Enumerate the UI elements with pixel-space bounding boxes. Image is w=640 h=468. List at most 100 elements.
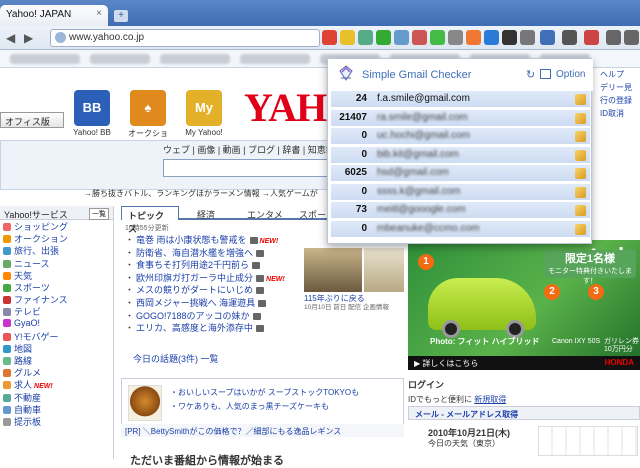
sidebar-item-label[interactable]: 路線	[14, 356, 32, 366]
option-icon[interactable]	[540, 69, 551, 79]
sidebar-item[interactable]: 提示板	[0, 415, 113, 427]
extension-icon[interactable]	[520, 30, 535, 45]
extension-icon[interactable]	[322, 30, 337, 45]
promo-link[interactable]: →人気ゲームが	[262, 188, 318, 199]
tab-entertainment[interactable]: エンタメ	[241, 206, 289, 220]
right-link[interactable]: ID取消	[600, 107, 640, 120]
bookmark-item[interactable]	[240, 54, 310, 64]
account-row[interactable]: 6025 hsd@gmail.com	[331, 165, 590, 182]
soup-image[interactable]	[128, 385, 162, 421]
photo-caption[interactable]: 115年ぶりに戻る 10月10日 前日 配信 企画情報	[304, 294, 404, 312]
bookmark-item[interactable]	[90, 54, 150, 64]
help-link[interactable]: ヘルプ	[600, 68, 640, 81]
account-email[interactable]: bib.kit@gmail.com	[377, 149, 459, 160]
search-tabs[interactable]: ウェブ | 画像 | 動画 | ブログ | 辞書 | 知恵袋	[163, 143, 335, 156]
sidebar-item-label[interactable]: Y!モバゲー	[14, 332, 59, 342]
extension-icon[interactable]	[394, 30, 409, 45]
sidebar-item[interactable]: 路線	[0, 354, 113, 366]
news-headline[interactable]: 食事ちそ打列用途2千円前ら	[136, 260, 249, 270]
extension-icon[interactable]	[466, 30, 481, 45]
sidebar-item[interactable]: ショッピング	[0, 220, 113, 232]
topic-photo[interactable]	[364, 248, 404, 292]
account-row[interactable]: 0 ssss.k@gmail.com	[331, 183, 590, 201]
account-email[interactable]: mbeanuke@ccmo.com	[377, 223, 479, 234]
sidebar-item[interactable]: オークション	[0, 232, 113, 244]
account-row[interactable]: 24 f.a.smile@gmail.com	[331, 91, 590, 108]
promo-link[interactable]: →勝ち抜きバトル、ランキングほかラーメン情報	[84, 188, 260, 199]
news-item[interactable]: ・エリカ、高感度と海外添存中	[121, 321, 404, 334]
sidebar-item-label[interactable]: 自動車	[14, 405, 41, 415]
account-email[interactable]: ra.smile@gmail.com	[377, 112, 468, 123]
account-row[interactable]: 0 mbeanuke@ccmo.com	[331, 220, 590, 238]
sidebar-list-button[interactable]: 一覧	[89, 208, 109, 220]
auction-icon[interactable]: ♠	[130, 90, 166, 126]
ad-details-link[interactable]: ▶ 詳しくはこちら HONDA	[408, 356, 640, 370]
account-row[interactable]: 73 meitl@gooogle.com	[331, 202, 590, 219]
weather-link[interactable]: 今日の天気（東京）	[428, 438, 500, 449]
sidebar-item-label[interactable]: ショッピング	[14, 222, 68, 232]
sidebar-item[interactable]: GyaO!	[0, 318, 113, 330]
extension-icon[interactable]	[562, 30, 577, 45]
account-email[interactable]: uc.hochi@gmail.com	[377, 130, 470, 141]
ad-details-text[interactable]: ▶ 詳しくはこちら	[414, 359, 478, 368]
account-row[interactable]: 21407 ra.smile@gmail.com	[331, 109, 590, 127]
photo-caption-title[interactable]: 115年ぶりに戻る	[304, 294, 404, 303]
sidebar-item-label[interactable]: グルメ	[14, 368, 41, 378]
account-row[interactable]: 0 uc.hochi@gmail.com	[331, 128, 590, 145]
refresh-icon[interactable]: ↻	[526, 68, 535, 81]
new-tab-button[interactable]: +	[114, 10, 128, 22]
signup-link[interactable]: 新規取得	[474, 395, 506, 404]
extension-icon[interactable]	[376, 30, 391, 45]
login-title[interactable]: ログイン	[408, 378, 640, 391]
topics-footer-link[interactable]: 今日の話題(3件) 一覧	[133, 352, 219, 365]
sidebar-item-label[interactable]: GyaO!	[14, 318, 40, 328]
extension-icon[interactable]	[358, 30, 373, 45]
extension-icon[interactable]	[484, 30, 499, 45]
extension-icon[interactable]	[502, 30, 517, 45]
sidebar-item-label[interactable]: 求人	[14, 380, 32, 390]
service-label[interactable]: My Yahoo!	[181, 128, 227, 137]
sidebar-item[interactable]: スポーツ	[0, 281, 113, 293]
compose-icon[interactable]	[575, 112, 586, 124]
compose-icon[interactable]	[575, 94, 586, 105]
sidebar-item[interactable]: ファイナンス	[0, 293, 113, 305]
promo-link[interactable]: ・ワケありも、人気のまっ黒チーズケーキも	[170, 401, 329, 412]
compose-icon[interactable]	[575, 223, 586, 235]
sidebar-item-label[interactable]: 地図	[14, 344, 32, 354]
tab-close-icon[interactable]: ×	[96, 8, 102, 19]
sidebar-item-label[interactable]: オークション	[14, 234, 68, 244]
account-row[interactable]: 0 bib.kit@gmail.com	[331, 146, 590, 164]
star-icon[interactable]	[340, 30, 355, 45]
bookmark-item[interactable]	[160, 54, 230, 64]
sidebar-item-label[interactable]: ニュース	[14, 259, 50, 269]
search-input[interactable]	[163, 159, 331, 177]
right-link[interactable]: 行の登録	[600, 94, 640, 107]
sidebar-item-label[interactable]: 旅行、出張	[14, 246, 59, 256]
sidebar-item-label[interactable]: テレビ	[14, 307, 41, 317]
news-headline[interactable]: 防衛省、海自潜水艦を増強へ	[136, 248, 253, 258]
sidebar-item-label[interactable]: 天気	[14, 271, 32, 281]
bookmark-item[interactable]	[10, 54, 80, 64]
page-menu-icon[interactable]	[606, 30, 621, 45]
pr-link[interactable]: [PR] ＼BettySmithがこの価格で？／細部にもる逸品レギンス	[121, 424, 404, 437]
wrench-icon[interactable]	[624, 30, 639, 45]
news-headline[interactable]: 竜巻 雨は小康状態も警戒を	[136, 235, 247, 245]
account-email[interactable]: hsd@gmail.com	[377, 167, 449, 178]
address-bar[interactable]: www.yahoo.co.jp	[50, 29, 320, 47]
extension-icon[interactable]	[430, 30, 445, 45]
my-yahoo-icon[interactable]: My	[186, 90, 222, 126]
right-link[interactable]: デリー見	[600, 81, 640, 94]
sidebar-item[interactable]: 求人 NEW!	[0, 378, 113, 390]
gmail-checker-icon[interactable]	[540, 30, 555, 45]
news-headline[interactable]: GOGO!7188のアッコの妹か	[136, 311, 250, 321]
office-version-button[interactable]: オフィス版	[0, 112, 64, 128]
back-icon[interactable]: ◀	[6, 31, 15, 45]
forward-icon[interactable]: ▶	[24, 31, 33, 45]
honda-ad[interactable]: ント 限定1名様 モニター特典付きいたします！ 1 2 3 Photo: フィッ…	[408, 240, 640, 370]
sidebar-item[interactable]: 天気	[0, 269, 113, 281]
sidebar-item[interactable]: ニュース	[0, 257, 113, 269]
sidebar-item[interactable]: 地図	[0, 342, 113, 354]
sidebar-item[interactable]: グルメ	[0, 366, 113, 378]
account-email[interactable]: f.a.smile@gmail.com	[377, 93, 470, 104]
promo-link[interactable]: ・おいしいスープはいかが スープストックTOKYOも	[170, 387, 359, 398]
